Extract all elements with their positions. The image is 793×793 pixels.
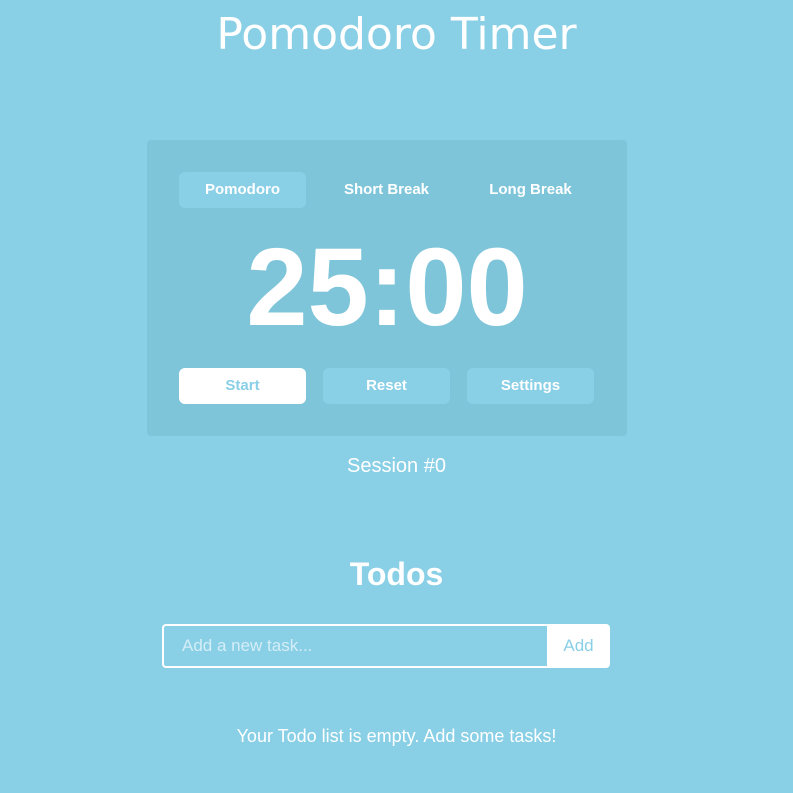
add-task-button[interactable]: Add	[547, 624, 610, 668]
todo-form: Add	[162, 624, 610, 668]
app-title: Pomodoro Timer	[216, 9, 577, 60]
reset-button[interactable]: Reset	[323, 368, 450, 404]
timer-card: Pomodoro Short Break Long Break 25:00 St…	[147, 140, 627, 436]
start-button[interactable]: Start	[179, 368, 306, 404]
session-counter: Session #0	[347, 455, 446, 477]
task-input[interactable]	[162, 624, 548, 668]
tab-short-break[interactable]: Short Break	[323, 172, 450, 208]
tab-long-break[interactable]: Long Break	[467, 172, 594, 208]
empty-todo-message: Your Todo list is empty. Add some tasks!	[236, 726, 557, 746]
tab-pomodoro[interactable]: Pomodoro	[179, 172, 306, 208]
todos-heading: Todos	[349, 556, 444, 592]
timer-display: 25:00	[246, 226, 528, 349]
settings-button[interactable]: Settings	[467, 368, 594, 404]
